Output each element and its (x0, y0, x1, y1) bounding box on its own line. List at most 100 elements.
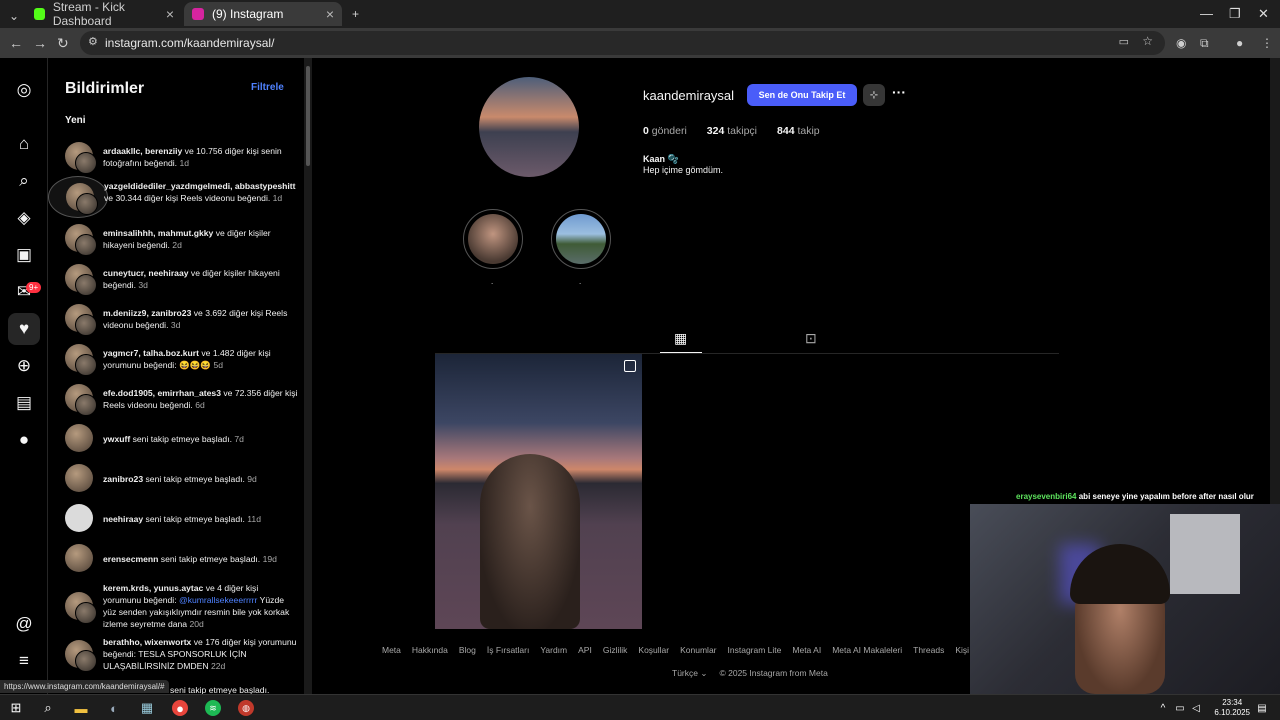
more-menu-icon[interactable]: ≡ (14, 651, 34, 671)
notification-item[interactable]: neehiraay seni takip etmeye başladı. 11d (48, 504, 304, 534)
notification-users[interactable]: erensecmenn (103, 554, 158, 564)
explore-icon[interactable]: ◈ (14, 208, 34, 228)
story-highlight[interactable] (551, 209, 611, 269)
create-icon[interactable]: ⊕ (14, 356, 34, 376)
footer-link[interactable]: Instagram Lite (728, 645, 782, 655)
notification-users[interactable]: eminsalihhh, mahmut.gkky (103, 228, 213, 238)
notification-users[interactable]: efe.dod1905, emirrhan_ates3 (103, 388, 221, 398)
footer-link[interactable]: Threads (913, 645, 944, 655)
notifications-scrollbar[interactable] (304, 58, 312, 694)
file-explorer-icon[interactable]: ▬ (73, 700, 89, 716)
chrome-icon[interactable]: ● (172, 700, 188, 716)
reels-icon[interactable]: ▣ (14, 245, 34, 265)
notification-users[interactable]: ardaakllc, berenziiy (103, 146, 182, 156)
reload-icon[interactable]: ↻ (57, 35, 69, 52)
footer-link[interactable]: Koşullar (638, 645, 669, 655)
notification-item[interactable]: cuneytucr, neehiraay ve diğer kişiler hi… (48, 263, 304, 296)
extension-icon[interactable]: ◉ (1176, 36, 1186, 50)
footer-link[interactable]: Meta AI Makaleleri (832, 645, 902, 655)
bookmark-star-icon[interactable]: ☆ (1142, 34, 1153, 48)
follow-button[interactable]: Sen de Onu Takip Et (747, 84, 857, 106)
windows-start-icon[interactable]: ⊞ (8, 700, 24, 716)
scrollbar-thumb[interactable] (306, 66, 310, 166)
menu-kebab-icon[interactable]: ⋮ (1261, 36, 1273, 50)
notification-users[interactable]: yagmcr7, talha.boz.kurt (103, 348, 199, 358)
cast-icon[interactable]: ▭ (1119, 35, 1129, 48)
profile-avatar-icon[interactable]: ● (14, 430, 34, 450)
notification-item[interactable]: yazgeldidediler_yazdmgelmedi, abbastypes… (48, 176, 296, 218)
steam-icon[interactable]: ◐ (106, 700, 122, 716)
back-icon[interactable]: ← (9, 35, 23, 51)
footer-link[interactable]: Yardım (540, 645, 567, 655)
notification-users[interactable]: berathho, wixenwortx (103, 637, 191, 647)
search-icon[interactable]: ⌕ (40, 700, 56, 716)
notifications-icon[interactable]: ▤ (1254, 700, 1270, 716)
notification-users[interactable]: m.deniizz9, zanibro23 (103, 308, 191, 318)
following-stat[interactable]: 844 takip (777, 125, 820, 137)
extensions-puzzle-icon[interactable]: ⧉ (1200, 36, 1209, 51)
filter-link[interactable]: Filtrele (251, 82, 284, 93)
tab-search-button[interactable]: ⌄ (4, 4, 24, 28)
footer-link[interactable]: Gizlilik (603, 645, 628, 655)
close-window-icon[interactable]: ✕ (1258, 6, 1269, 22)
followers-label: takipçi (727, 125, 758, 137)
footer-link[interactable]: Meta (382, 645, 401, 655)
new-tab-button[interactable]: + (344, 2, 367, 26)
notification-users[interactable]: ywxuff (103, 434, 130, 444)
dashboard-icon[interactable]: ▤ (14, 393, 34, 413)
home-icon[interactable]: ⌂ (14, 134, 34, 154)
followers-stat[interactable]: 324 takipçi (707, 125, 757, 137)
app-icon[interactable]: ◍ (238, 700, 254, 716)
notification-item[interactable]: yagmcr7, talha.boz.kurt ve 1.482 diğer k… (48, 343, 304, 376)
notification-item[interactable]: ywxuff seni takip etmeye başladı. 7d (48, 424, 304, 454)
notification-item[interactable]: ardaakllc, berenziiy ve 10.756 diğer kiş… (48, 142, 304, 174)
grid-posts-tab-icon[interactable]: ▦ (674, 330, 687, 347)
restore-icon[interactable]: ❐ (1229, 6, 1241, 22)
notification-item[interactable]: berathho, wixenwortx ve 176 diğer kişi y… (48, 636, 304, 684)
close-tab-icon[interactable]: × (326, 6, 334, 22)
footer-link[interactable]: Hakkında (412, 645, 448, 655)
notification-item[interactable]: erensecmenn seni takip etmeye başladı. 1… (48, 544, 304, 574)
spotify-icon[interactable]: ≋ (205, 700, 221, 716)
profile-avatar-icon[interactable]: ● (1236, 36, 1243, 50)
notification-users[interactable]: yazgeldidediler_yazdmgelmedi, abbastypes… (104, 181, 296, 191)
tab-instagram[interactable]: (9) Instagram × (184, 2, 342, 26)
volume-icon[interactable]: ◁ (1188, 700, 1204, 716)
tab-kick[interactable]: Stream - Kick Dashboard × (26, 0, 182, 28)
story-highlight[interactable] (463, 209, 523, 269)
notification-item[interactable]: m.deniizz9, zanibro23 ve 3.692 diğer kiş… (48, 303, 304, 336)
profile-picture[interactable] (479, 77, 579, 177)
site-info-icon[interactable]: ⚙ (88, 35, 98, 48)
search-icon[interactable]: ⌕ (14, 171, 34, 191)
tagged-tab-icon[interactable]: ⊡ (805, 330, 817, 347)
notification-item[interactable]: efe.dod1905, emirrhan_ates3 ve 72.356 di… (48, 383, 304, 416)
forward-icon[interactable]: → (33, 35, 47, 51)
close-tab-icon[interactable]: × (166, 6, 174, 22)
notification-item[interactable]: kerem.krds, yunus.aytac ve 4 diğer kişi … (48, 582, 304, 630)
suggest-user-icon[interactable]: ⊹ (863, 84, 885, 106)
notification-item[interactable]: eminsalihhh, mahmut.gkky ve diğer kişile… (48, 223, 304, 256)
footer-link[interactable]: API (578, 645, 592, 655)
notifications-heart-icon[interactable]: ♥ (8, 313, 40, 345)
mention-link[interactable]: @kumrallsekeeerrrrr (179, 595, 257, 605)
minimize-icon[interactable]: — (1200, 6, 1213, 21)
tray-chevron-icon[interactable]: ^ (1155, 700, 1171, 716)
url-field[interactable]: ⚙ instagram.com/kaandemiraysal/ ▭ ☆ (80, 31, 1165, 55)
footer-link[interactable]: Meta AI (792, 645, 821, 655)
footer-link[interactable]: İş Fırsatları (487, 645, 530, 655)
footer-link[interactable]: Blog (459, 645, 476, 655)
network-icon[interactable]: ▭ (1172, 700, 1188, 716)
language-select[interactable]: Türkçe ⌄ (672, 668, 707, 679)
more-options-icon[interactable]: ··· (892, 84, 906, 100)
system-clock[interactable]: 23:34 6.10.2025 (1214, 698, 1250, 718)
instagram-logo-icon[interactable]: ◎ (14, 80, 34, 100)
post-thumbnail[interactable] (435, 354, 642, 629)
notification-item[interactable]: zanibro23 seni takip etmeye başladı. 9d (48, 464, 304, 494)
notification-users[interactable]: cuneytucr, neehiraay (103, 268, 189, 278)
notification-users[interactable]: zanibro23 (103, 474, 143, 484)
notification-users[interactable]: neehiraay (103, 514, 143, 524)
threads-icon[interactable]: @ (14, 614, 34, 634)
footer-link[interactable]: Konumlar (680, 645, 716, 655)
notification-users[interactable]: kerem.krds, yunus.aytac (103, 583, 203, 593)
store-icon[interactable]: ▦ (139, 700, 155, 716)
